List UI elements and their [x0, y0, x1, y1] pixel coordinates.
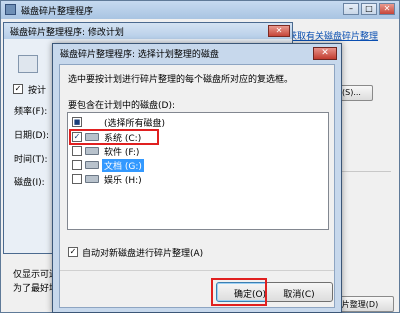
maximize-icon[interactable]: □: [361, 3, 377, 15]
disk-f-checkbox[interactable]: [72, 146, 82, 156]
list-item-label: 软件 (F:): [104, 148, 140, 158]
dialog-description: 选中要按计划进行碎片整理的每个磁盘所对应的复选框。: [68, 75, 294, 85]
select-all-checkbox[interactable]: ■: [72, 117, 82, 127]
select-disks-dialog: 磁盘碎片整理程序: 选择计划整理的磁盘 ✕ 选中要按计划进行碎片整理的每个磁盘所…: [52, 43, 342, 313]
drive-icon: [85, 161, 99, 169]
list-item-label: (选择所有磁盘): [104, 119, 166, 129]
disk-list-label: 要包含在计划中的磁盘(D):: [68, 101, 175, 111]
disk-list[interactable]: ■ (选择所有磁盘) ✓ 系统 (C:) 软件 (F:) 文档 (G:) 娱乐 …: [67, 112, 329, 230]
main-window-titlebar: 磁盘碎片整理程序: [1, 1, 399, 19]
highlight-box: [69, 129, 159, 145]
frequency-label: 频率(F):: [14, 107, 48, 117]
minimize-icon[interactable]: –: [343, 3, 359, 15]
main-close-icon[interactable]: ✕: [379, 3, 395, 15]
divider: [60, 270, 334, 271]
main-window-title: 磁盘碎片整理程序: [21, 7, 94, 17]
defrag-help-link[interactable]: 获取有关磁盘碎片整理: [288, 29, 378, 42]
list-item-docs-g[interactable]: 文档 (G:): [70, 158, 310, 172]
drive-icon: [85, 147, 99, 155]
configure-schedule-button[interactable]: (S)...: [339, 85, 373, 101]
auto-defrag-label: 自动对新磁盘进行碎片整理(A): [82, 249, 204, 259]
cancel-button[interactable]: 取消(C): [265, 282, 333, 302]
calendar-icon: [18, 55, 38, 73]
list-item-select-all[interactable]: ■ (选择所有磁盘): [70, 115, 310, 129]
defrag-app-icon: [5, 4, 16, 15]
select-disks-title: 磁盘碎片整理程序: 选择计划整理的磁盘: [60, 50, 219, 60]
run-on-schedule-checkbox[interactable]: ✓: [13, 84, 23, 94]
modify-schedule-title: 磁盘碎片整理程序: 修改计划: [10, 28, 124, 38]
disk-g-checkbox[interactable]: [72, 160, 82, 170]
modify-schedule-titlebar: 磁盘碎片整理程序: 修改计划: [4, 23, 292, 39]
list-item-label: 文档 (G:): [102, 159, 144, 172]
disks-label: 磁盘(I):: [14, 178, 45, 188]
auto-defrag-checkbox[interactable]: ✓: [68, 247, 78, 257]
dialog-body: 选中要按计划进行碎片整理的每个磁盘所对应的复选框。 要包含在计划中的磁盘(D):…: [59, 64, 335, 308]
select-disks-titlebar: 磁盘碎片整理程序: 选择计划整理的磁盘: [53, 44, 341, 62]
disk-h-checkbox[interactable]: [72, 174, 82, 184]
list-item-software-f[interactable]: 软件 (F:): [70, 144, 310, 158]
modify-schedule-close-icon[interactable]: ✕: [268, 25, 290, 37]
day-label: 日期(D):: [14, 131, 49, 141]
close-icon[interactable]: ✕: [313, 47, 337, 60]
time-label: 时间(T):: [14, 155, 48, 165]
highlight-box: [211, 278, 267, 306]
run-on-schedule-label: 按计: [28, 86, 47, 96]
list-item-label: 娱乐 (H:): [104, 176, 142, 186]
drive-icon: [85, 175, 99, 183]
list-item-entertainment-h[interactable]: 娱乐 (H:): [70, 172, 310, 186]
